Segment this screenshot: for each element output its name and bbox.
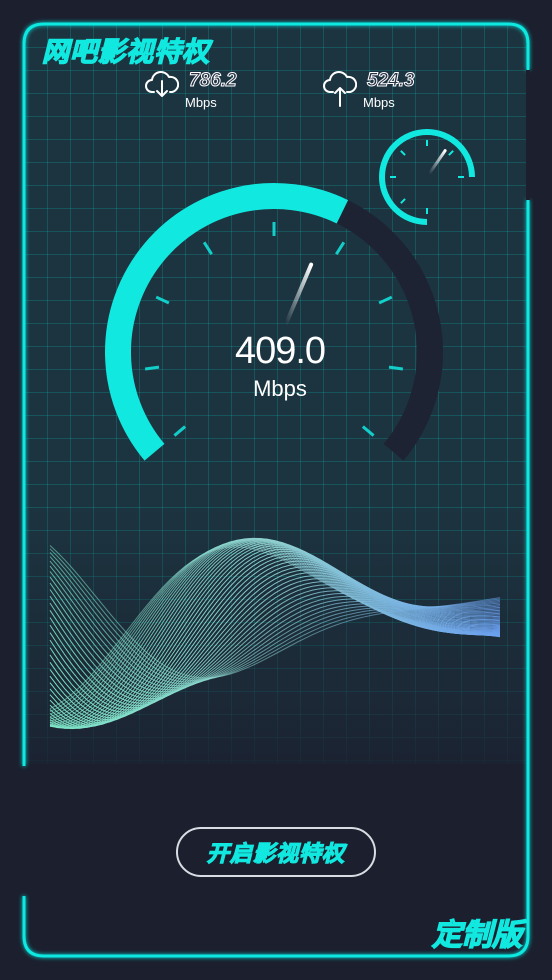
gauge-tick <box>144 365 160 371</box>
wave-line <box>49 545 501 728</box>
gauge-tick <box>378 295 393 305</box>
mini-gauge-tick <box>400 198 406 204</box>
mini-gauge-tick <box>400 150 406 156</box>
enable-privilege-label: 开启影视特权 <box>206 840 345 866</box>
wave-line <box>49 550 501 725</box>
wave-line <box>49 537 500 729</box>
wave-line <box>49 569 501 713</box>
app-screen: 网吧影视特权 786.2 Mbps 524.3 Mbps 409.0 Mbps <box>0 0 552 980</box>
gauge-tick <box>335 241 346 255</box>
speed-unit: Mbps <box>253 376 307 401</box>
speed-value: 409.0 <box>234 330 326 372</box>
wave-line <box>49 575 501 709</box>
wave-line <box>49 537 501 728</box>
gauge-fill <box>105 183 349 461</box>
gauge-tick <box>388 365 404 371</box>
wave-line <box>49 557 501 721</box>
edition-label: 定制版 <box>431 918 522 952</box>
gauge-tick <box>361 425 375 437</box>
wave-line <box>49 548 501 726</box>
main-gauge <box>105 183 443 461</box>
gauge-tick <box>155 295 170 305</box>
wave-line <box>49 589 501 695</box>
wave-line <box>49 540 501 729</box>
speedometer <box>105 129 475 461</box>
mini-gauge-tick <box>448 150 454 156</box>
mini-gauge <box>379 129 475 225</box>
gauge-tick <box>202 241 213 255</box>
mini-gauge-needle <box>427 149 447 176</box>
gauge-needle <box>283 262 314 327</box>
wave-graphic <box>49 537 501 730</box>
enable-privilege-button[interactable]: 开启影视特权 <box>176 827 376 877</box>
gauge-tick <box>173 425 187 437</box>
